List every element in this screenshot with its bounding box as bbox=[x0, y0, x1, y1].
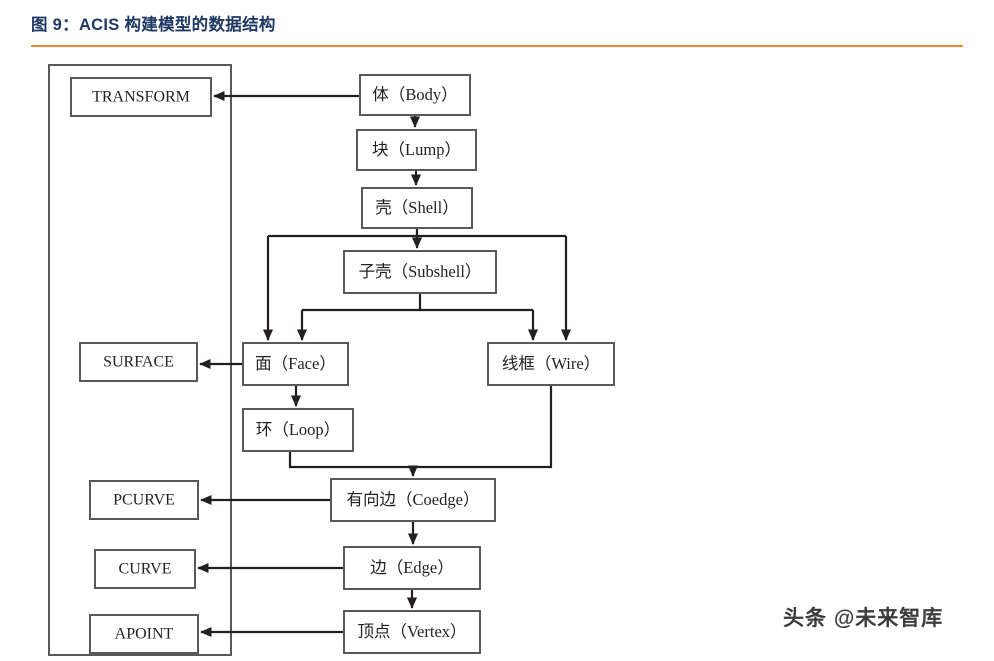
figure-page: 图 9：ACIS 构建模型的数据结构 TRANSFORM SURFACE PCU… bbox=[0, 0, 994, 661]
node-shell[interactable]: 壳（Shell） bbox=[361, 187, 473, 229]
node-apoint[interactable]: APOINT bbox=[89, 614, 199, 654]
node-edge[interactable]: 边（Edge） bbox=[343, 546, 481, 590]
node-subshell[interactable]: 子壳（Subshell） bbox=[343, 250, 497, 294]
node-label-edge: 边（Edge） bbox=[370, 558, 453, 577]
node-label-face: 面（Face） bbox=[255, 354, 336, 373]
edge-shell-bus bbox=[268, 228, 566, 238]
node-body[interactable]: 体（Body） bbox=[359, 74, 471, 116]
node-label-transform: TRANSFORM bbox=[92, 89, 190, 106]
node-label-curve: CURVE bbox=[119, 561, 172, 578]
figure-title-bar: 图 9：ACIS 构建模型的数据结构 bbox=[0, 0, 994, 47]
acis-data-structure-diagram: TRANSFORM SURFACE PCURVE CURVE APOINT 体（… bbox=[0, 47, 994, 661]
node-lump[interactable]: 块（Lump） bbox=[356, 129, 477, 171]
edge-wire-to-merge bbox=[413, 385, 553, 469]
node-pcurve[interactable]: PCURVE bbox=[89, 480, 199, 520]
node-label-surface: SURFACE bbox=[103, 354, 174, 371]
node-loop[interactable]: 环（Loop） bbox=[242, 408, 354, 452]
node-vertex[interactable]: 顶点（Vertex） bbox=[343, 610, 481, 654]
node-label-lump: 块（Lump） bbox=[372, 140, 461, 159]
node-wire[interactable]: 线框（Wire） bbox=[487, 342, 615, 386]
node-face[interactable]: 面（Face） bbox=[242, 342, 349, 386]
edge-loop-to-merge bbox=[288, 451, 413, 469]
node-label-loop: 环（Loop） bbox=[256, 420, 340, 439]
node-layer: TRANSFORM SURFACE PCURVE CURVE APOINT 体（… bbox=[70, 74, 615, 654]
node-curve[interactable]: CURVE bbox=[94, 549, 196, 589]
node-label-body: 体（Body） bbox=[372, 85, 457, 104]
node-transform[interactable]: TRANSFORM bbox=[70, 77, 212, 117]
node-label-wire: 线框（Wire） bbox=[502, 354, 600, 373]
node-label-shell: 壳（Shell） bbox=[375, 198, 458, 217]
page-title: 图 9：ACIS 构建模型的数据结构 bbox=[31, 16, 276, 34]
node-coedge[interactable]: 有向边（Coedge） bbox=[330, 478, 496, 522]
node-label-subshell: 子壳（Subshell） bbox=[359, 262, 482, 281]
node-label-apoint: APOINT bbox=[115, 626, 174, 643]
node-label-vertex: 顶点（Vertex） bbox=[357, 622, 466, 641]
edge-subshell-bus bbox=[302, 293, 533, 312]
node-label-coedge: 有向边（Coedge） bbox=[347, 490, 480, 509]
node-surface[interactable]: SURFACE bbox=[79, 342, 198, 382]
node-label-pcurve: PCURVE bbox=[113, 492, 175, 509]
source-watermark: 头条 @未来智库 bbox=[783, 607, 944, 630]
flowchart-svg: TRANSFORM SURFACE PCURVE CURVE APOINT 体（… bbox=[48, 64, 615, 656]
